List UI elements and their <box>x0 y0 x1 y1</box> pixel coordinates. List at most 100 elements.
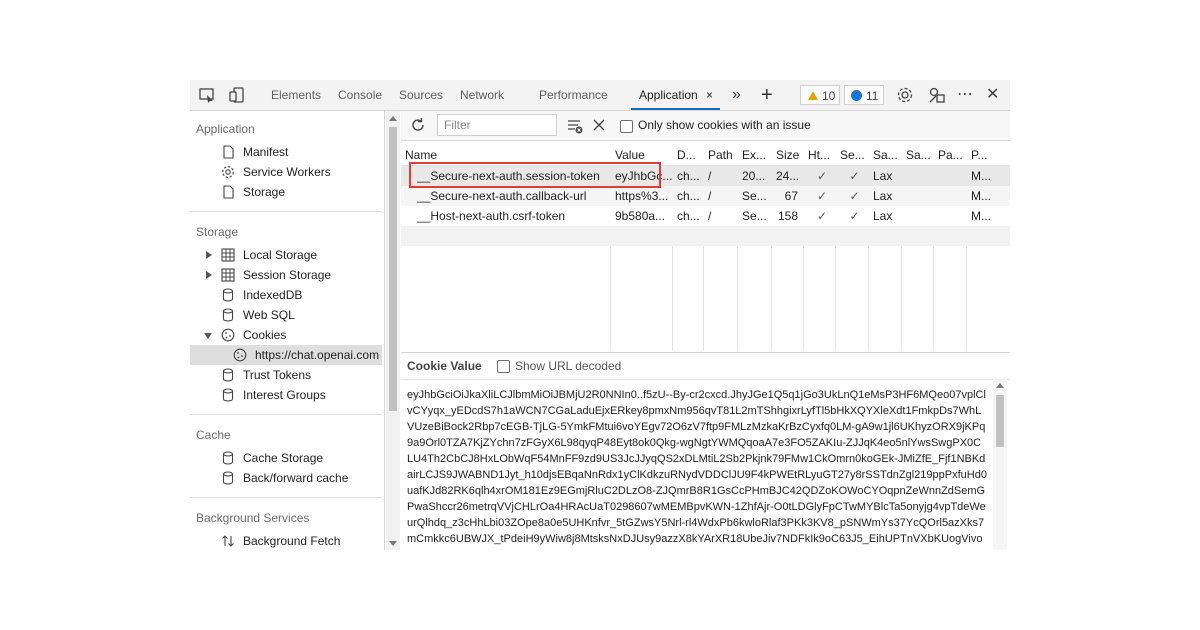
table-cell-sameparty <box>906 166 934 186</box>
scrollbar-thumb[interactable] <box>996 395 1004 447</box>
column-header-httponly[interactable]: Ht... <box>808 145 836 165</box>
more-menu-icon[interactable]: ⋯ <box>957 80 973 110</box>
sidebar-item-trust-tokens[interactable]: Trust Tokens <box>190 365 382 385</box>
column-header-secure[interactable]: Se... <box>840 145 869 165</box>
close-devtools-icon[interactable]: ✕ <box>986 80 999 110</box>
cookie-value-heading: Cookie Value <box>407 359 482 373</box>
scrollbar-thumb[interactable] <box>389 127 397 411</box>
sidebar-item-session-storage[interactable]: Session Storage <box>190 265 382 285</box>
sidebar-item-local-storage[interactable]: Local Storage <box>190 245 382 265</box>
sidebar-item-label: Cookies <box>243 328 287 342</box>
file-icon <box>221 185 235 199</box>
table-cell-expires: Se... <box>742 209 767 223</box>
close-tab-icon[interactable]: × <box>706 80 713 110</box>
table-cell-samesite: Lax <box>873 209 893 223</box>
table-cell-samesite: Lax <box>873 189 893 203</box>
cookie-value-scrollbar[interactable] <box>993 379 1007 550</box>
column-header-size[interactable]: Size <box>776 145 804 165</box>
scroll-down-icon[interactable] <box>389 541 397 546</box>
database-icon <box>221 471 235 485</box>
database-icon <box>221 288 235 302</box>
application-sidebar: Application Manifest Service Workers Sto… <box>190 111 385 550</box>
column-header-path[interactable]: Path <box>708 145 738 165</box>
expand-arrow-icon[interactable] <box>206 251 212 259</box>
sidebar-item-indexeddb[interactable]: IndexedDB <box>190 285 382 305</box>
sidebar-item-background-fetch[interactable]: Background Fetch <box>190 531 382 550</box>
sidebar-item-bfcache[interactable]: Back/forward cache <box>190 468 382 488</box>
sidebar-item-label: Back/forward cache <box>243 471 349 485</box>
tab-application[interactable]: Application <box>631 80 720 110</box>
sidebar-item-label: Cache Storage <box>243 451 324 465</box>
up-down-arrows-icon <box>221 534 235 548</box>
session-token-highlight <box>409 162 661 188</box>
tab-console[interactable]: Console <box>338 80 382 110</box>
add-tab-icon[interactable]: + <box>761 80 773 110</box>
device-emulation-icon[interactable] <box>228 86 246 104</box>
sidebar-item-cache-storage[interactable]: Cache Storage <box>190 448 382 468</box>
table-cell-secure: ✓ <box>849 209 860 223</box>
tab-elements[interactable]: Elements <box>271 80 321 110</box>
table-cell-domain: ch... <box>677 209 700 223</box>
sidebar-item-service-workers[interactable]: Service Workers <box>190 162 382 182</box>
gear-icon <box>221 165 235 179</box>
column-header-expires[interactable]: Ex... <box>742 145 772 165</box>
tab-network[interactable]: Network <box>460 80 504 110</box>
show-url-decoded-checkbox[interactable] <box>497 360 510 373</box>
divider <box>190 414 382 415</box>
tab-sources[interactable]: Sources <box>399 80 443 110</box>
warning-icon <box>808 91 818 100</box>
table-row[interactable]: __Host-next-auth.csrf-token 9b580a... ch..… <box>401 206 1010 226</box>
cookies-toolbar: Only show cookies with an issue <box>401 111 1010 141</box>
table-cell-priority: M... <box>971 209 991 223</box>
section-background-services: Background Services <box>196 511 310 525</box>
table-cell-size: 67 <box>784 189 798 203</box>
empty-row <box>401 226 1010 246</box>
sidebar-item-cookie-origin[interactable]: https://chat.openai.com <box>190 345 382 365</box>
clear-filtered-cookies-icon[interactable] <box>566 117 584 135</box>
table-cell-partition-key <box>938 186 967 206</box>
sidebar-item-storage[interactable]: Storage <box>190 182 382 202</box>
table-cell-name: __Host-next-auth.csrf-token <box>417 209 566 223</box>
sidebar-scrollbar[interactable] <box>386 111 400 550</box>
more-tabs-icon[interactable]: » <box>732 80 741 110</box>
inspect-element-icon[interactable] <box>198 86 216 104</box>
refresh-icon[interactable] <box>409 116 427 134</box>
gear-icon[interactable] <box>896 86 914 104</box>
scroll-up-icon[interactable] <box>996 383 1004 388</box>
column-header-partition-key[interactable]: Pa... <box>938 145 967 165</box>
customize-icon[interactable] <box>928 86 946 104</box>
warnings-badge[interactable]: 10 <box>800 85 840 105</box>
only-issues-checkbox[interactable] <box>620 120 633 133</box>
tab-performance[interactable]: Performance <box>539 80 608 110</box>
scroll-up-icon[interactable] <box>389 116 397 121</box>
sidebar-item-label: Interest Groups <box>243 388 326 402</box>
grid-icon <box>221 268 235 282</box>
sidebar-item-label: Web SQL <box>243 308 295 322</box>
table-cell-value: 9b580a... <box>615 209 666 223</box>
sidebar-item-label: Trust Tokens <box>243 368 312 382</box>
issue-icon <box>851 90 862 101</box>
cookie-value-text[interactable]: eyJhbGciOiJkaXliLCJlbmMiOiJBMjU2R0NNIn0.… <box>407 387 987 550</box>
clear-all-icon[interactable] <box>591 117 607 133</box>
expand-arrow-icon[interactable] <box>206 271 212 279</box>
sidebar-item-label: IndexedDB <box>243 288 303 302</box>
column-header-sameparty[interactable]: Sa... <box>906 145 934 165</box>
table-row[interactable]: __Secure-next-auth.callback-url https%3..… <box>401 186 1010 206</box>
filter-input[interactable] <box>437 114 557 136</box>
issues-badge[interactable]: 11 <box>844 85 884 105</box>
column-header-domain[interactable]: D... <box>677 145 704 165</box>
grid-icon <box>221 248 235 262</box>
collapse-arrow-icon[interactable] <box>204 333 212 339</box>
table-cell-secure: ✓ <box>849 169 860 183</box>
table-cell-sameparty <box>906 186 934 206</box>
column-header-priority[interactable]: P... <box>971 145 1007 165</box>
sidebar-item-interest-groups[interactable]: Interest Groups <box>190 385 382 405</box>
sidebar-item-web-sql[interactable]: Web SQL <box>190 305 382 325</box>
table-cell-priority: M... <box>971 189 991 203</box>
sidebar-item-cookies[interactable]: Cookies <box>190 325 382 345</box>
table-cell-path: / <box>708 169 712 183</box>
sidebar-item-manifest[interactable]: Manifest <box>190 142 382 162</box>
column-header-samesite[interactable]: Sa... <box>873 145 902 165</box>
table-cell-sameparty <box>906 206 934 226</box>
cookies-panel: Only show cookies with an issue NameValu… <box>401 111 1010 550</box>
